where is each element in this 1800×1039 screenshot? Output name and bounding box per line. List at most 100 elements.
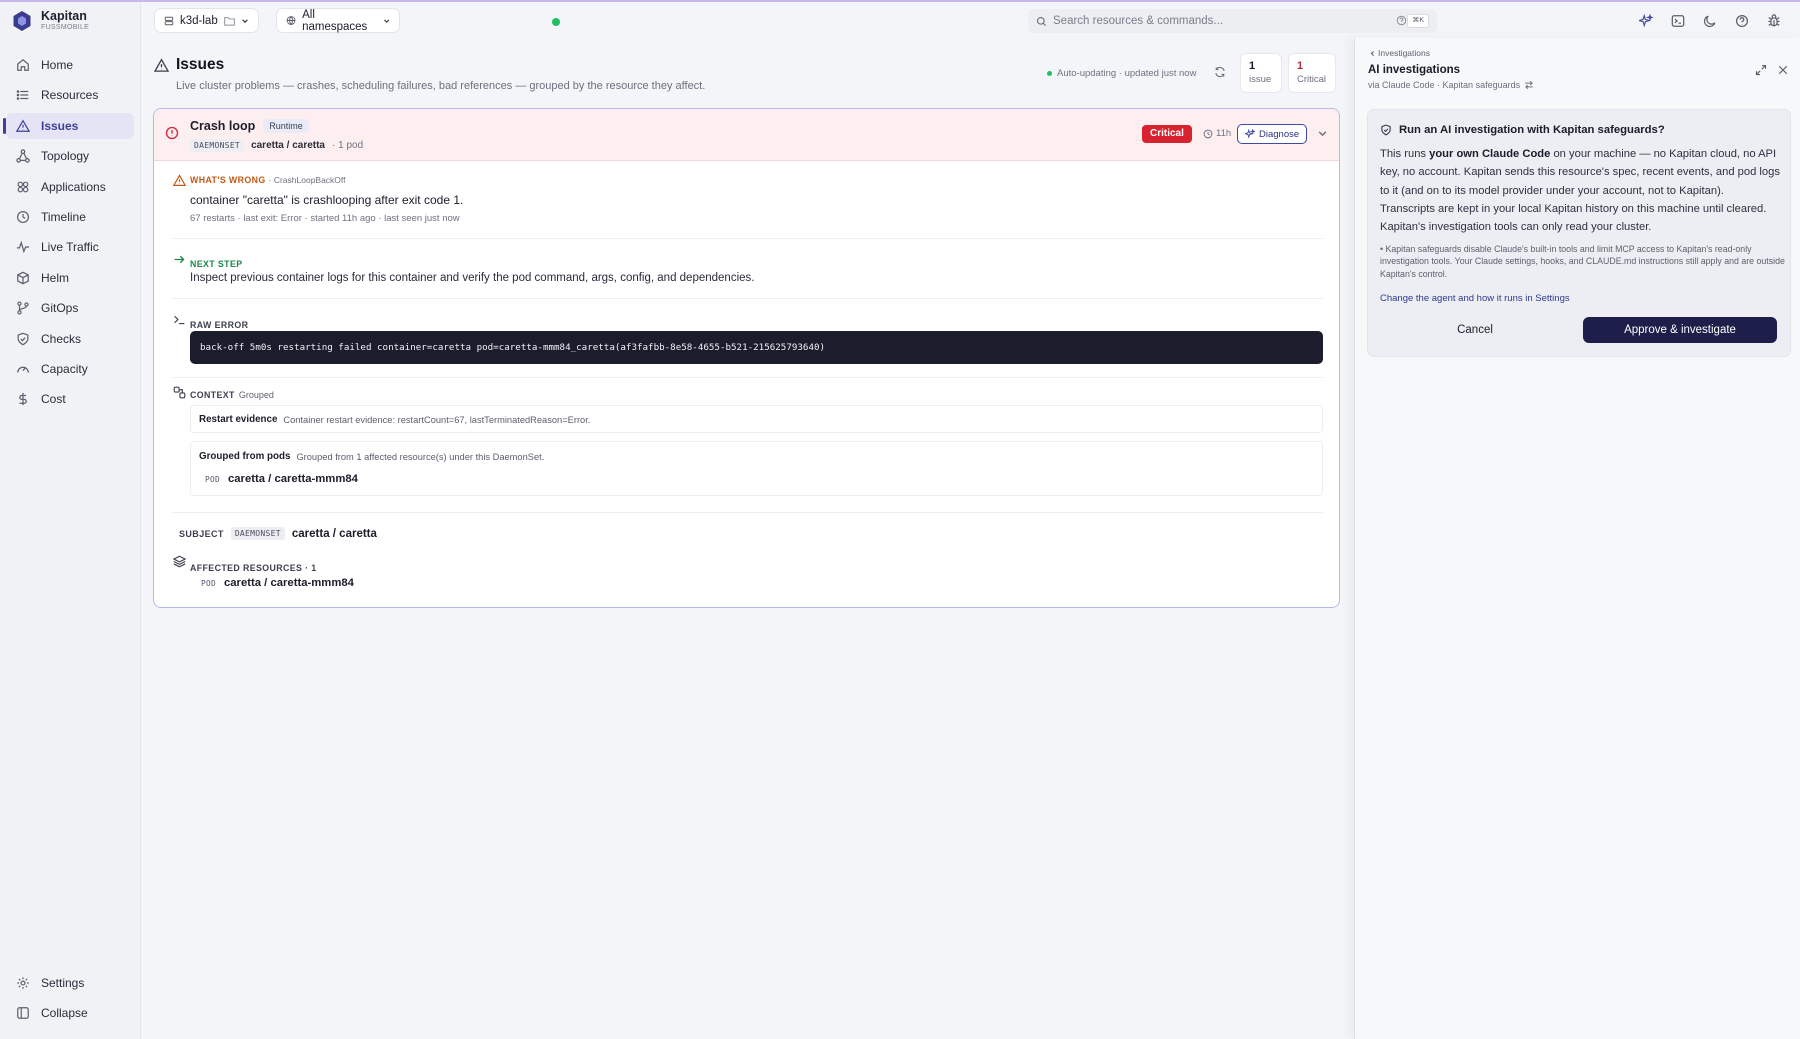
chevron-down-icon[interactable] (1317, 128, 1328, 139)
issue-title: Crash loop (190, 119, 256, 133)
sidebar-nav: Home Resources Issues Topology Applicati… (3, 52, 134, 417)
settings-link[interactable]: Change the agent and how it runs in Sett… (1380, 293, 1570, 304)
chevron-down-icon (241, 18, 248, 23)
sidebar-item-label: Resources (41, 88, 99, 103)
collapse-label: Collapse (41, 1006, 88, 1021)
sidebar-item-cost[interactable]: Cost (6, 386, 134, 412)
sidebar-item-settings[interactable]: Settings (6, 970, 134, 996)
brand-name: Kapitan (41, 9, 87, 23)
warning-icon (16, 119, 30, 132)
cancel-button[interactable]: Cancel (1380, 317, 1570, 343)
terminal-icon (1671, 15, 1685, 27)
raw-error-code[interactable]: back-off 5m0s restarting failed containe… (190, 331, 1323, 364)
panel-via-text: via Claude Code · Kapitan safeguards (1368, 80, 1521, 90)
debug-button[interactable] (1758, 10, 1790, 32)
auto-update-status: Auto-updating · updated just now (1047, 68, 1196, 79)
namespace-selector[interactable]: All namespaces (276, 8, 400, 33)
divider (172, 238, 1323, 239)
restart-evidence-text: Container restart evidence: restartCount… (283, 414, 591, 425)
restart-evidence-label: Restart evidence (199, 414, 278, 425)
issue-card: Crash loop Runtime DAEMONSET caretta / c… (153, 108, 1340, 608)
layers-icon (173, 555, 186, 568)
subject-value[interactable]: caretta / caretta (292, 528, 377, 540)
resource-kind-badge: DAEMONSET (190, 139, 245, 152)
context-tag: Grouped (238, 390, 274, 400)
affected-resource-item[interactable]: POD caretta / caretta-mmm84 (201, 577, 354, 589)
sidebar-item-live-traffic[interactable]: Live Traffic (6, 234, 134, 260)
sidebar-item-resources[interactable]: Resources (6, 82, 134, 108)
gauge-icon (17, 366, 29, 373)
ai-sparkles-button[interactable] (1630, 10, 1662, 32)
approve-investigate-button[interactable]: Approve & investigate (1583, 317, 1777, 343)
issue-title-row: Crash loop Runtime (190, 119, 309, 133)
terminal-button[interactable] (1662, 10, 1694, 32)
grouped-pods-label: Grouped from pods (199, 451, 291, 462)
theme-toggle-button[interactable] (1694, 10, 1726, 32)
consent-body-post: on your machine — no Kapitan cloud, no A… (1380, 148, 1780, 234)
refresh-icon[interactable] (1214, 66, 1226, 78)
sidebar-item-applications[interactable]: Applications (6, 174, 134, 200)
sidebar-item-label: Capacity (41, 361, 88, 376)
next-step-text: Inspect previous container logs for this… (190, 272, 755, 284)
issue-count-value: 1 (1249, 60, 1256, 72)
pod-kind-label: POD (201, 578, 216, 588)
cluster-name: k3d-lab (180, 14, 218, 27)
cluster-selector[interactable]: k3d-lab (154, 8, 259, 33)
sparkles-icon (1245, 129, 1255, 139)
expand-icon[interactable] (1755, 64, 1767, 76)
home-icon (17, 58, 29, 71)
sidebar-item-helm[interactable]: Helm (6, 265, 134, 291)
critical-count-label: Critical (1297, 74, 1327, 85)
sidebar-item-timeline[interactable]: Timeline (6, 204, 134, 230)
connection-status-dot (552, 18, 560, 26)
issue-count-label: issue (1249, 74, 1272, 85)
grouped-pods-text: Grouped from 1 affected resource(s) unde… (296, 451, 545, 462)
critical-count-stat[interactable]: 1 Critical (1288, 53, 1336, 93)
brand[interactable]: Kapitan FUSSMOBILE (12, 10, 89, 32)
subject-label: SUBJECT (179, 528, 224, 539)
sidebar-item-gitops[interactable]: GitOps (6, 295, 134, 321)
raw-error-label: RAW ERROR (190, 316, 248, 331)
diagnose-button[interactable]: Diagnose (1237, 124, 1308, 144)
sidebar-item-collapse[interactable]: Collapse (6, 1000, 134, 1026)
chevron-down-icon (383, 18, 389, 23)
sidebar-item-label: Timeline (41, 209, 86, 224)
diagnose-label: Diagnose (1259, 128, 1300, 140)
page-title-text: Issues (176, 56, 225, 73)
kapitan-logo-icon (13, 11, 31, 31)
sidebar-item-capacity[interactable]: Capacity (6, 356, 134, 382)
help-button[interactable] (1726, 10, 1758, 32)
grouped-pod-item[interactable]: POD caretta / caretta-mmm84 (205, 473, 358, 485)
search-input[interactable]: Search resources & commands... ⌘K (1028, 9, 1437, 33)
sidebar-item-label: Live Traffic (41, 240, 99, 255)
sidebar-item-label: Home (41, 58, 74, 72)
divider (172, 512, 1323, 513)
sidebar-collapse-icon (17, 1007, 29, 1020)
resource-name: caretta / caretta (251, 140, 325, 151)
close-icon[interactable] (1777, 64, 1789, 76)
consent-body-bold: your own Claude Code (1429, 148, 1551, 160)
link-icon (173, 386, 186, 399)
issue-count-stat[interactable]: 1 issue (1240, 53, 1282, 93)
reason-code: · CrashLoopBackOff (268, 175, 346, 185)
sidebar-item-topology[interactable]: Topology (6, 143, 134, 169)
namespace-value: All namespaces (302, 8, 368, 33)
help-circle-icon[interactable] (1396, 15, 1407, 26)
switch-icon[interactable] (1524, 80, 1534, 90)
sidebar-item-label: Issues (41, 118, 79, 133)
whats-wrong-title: WHAT'S WRONG (190, 175, 266, 185)
issue-card-header[interactable]: Crash loop Runtime DAEMONSET caretta / c… (154, 109, 1339, 161)
shield-check-icon (1381, 124, 1391, 136)
whats-wrong-meta: 67 restarts · last exit: Error · started… (190, 213, 460, 224)
back-to-investigations-link[interactable]: Investigations (1369, 48, 1430, 58)
search-icon (1036, 16, 1047, 26)
help-circle-icon (1735, 14, 1749, 28)
consent-question: Run an AI investigation with Kapitan saf… (1399, 124, 1665, 136)
page-subtitle: Live cluster problems — crashes, schedul… (176, 80, 706, 92)
sidebar-item-checks[interactable]: Checks (6, 326, 134, 352)
git-branch-icon (17, 301, 29, 315)
sidebar-item-home[interactable]: Home (6, 52, 134, 78)
divider (172, 377, 1323, 378)
sidebar-item-issues[interactable]: Issues (3, 112, 134, 139)
bug-icon (1768, 14, 1780, 27)
